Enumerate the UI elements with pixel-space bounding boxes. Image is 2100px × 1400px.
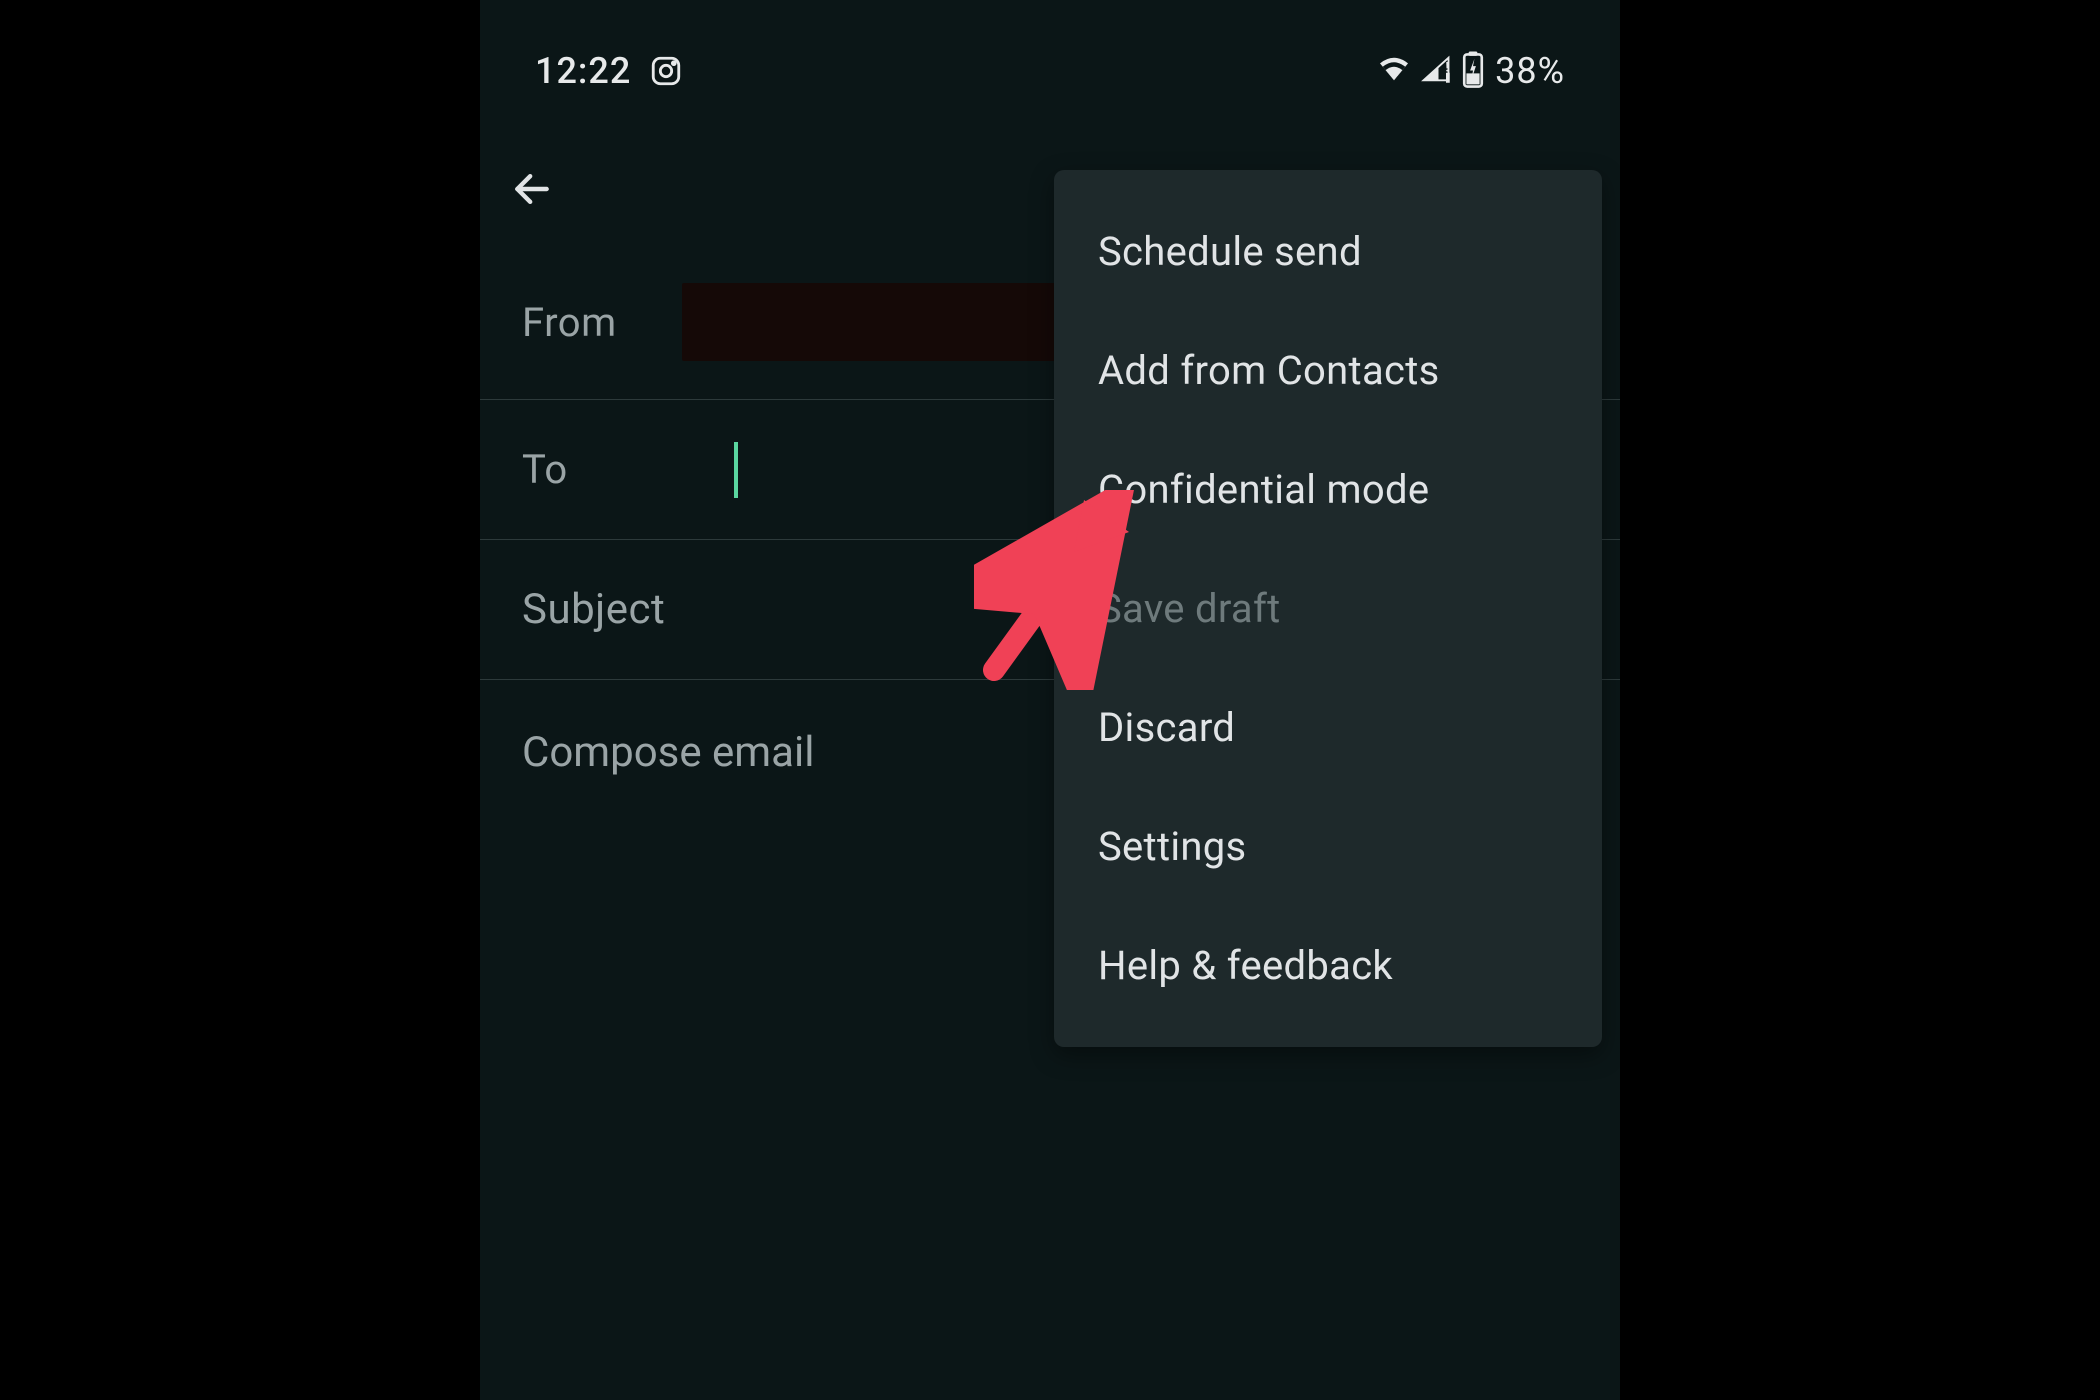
status-time: 12:22 xyxy=(535,50,631,92)
svg-text:!: ! xyxy=(1446,61,1449,76)
menu-item-settings[interactable]: Settings xyxy=(1054,787,1602,906)
menu-item-schedule-send[interactable]: Schedule send xyxy=(1054,192,1602,311)
wifi-icon xyxy=(1377,55,1411,87)
from-value-redacted xyxy=(682,283,1062,361)
to-input[interactable] xyxy=(734,442,738,498)
menu-item-confidential-mode[interactable]: Confidential mode xyxy=(1054,430,1602,549)
overflow-menu: Schedule send Add from Contacts Confiden… xyxy=(1054,170,1602,1047)
phone-screen: 12:22 xyxy=(480,0,1620,1400)
subject-label: Subject xyxy=(522,585,665,634)
status-right: ! 38% xyxy=(1377,50,1565,92)
to-label: To xyxy=(522,446,662,493)
menu-item-add-from-contacts[interactable]: Add from Contacts xyxy=(1054,311,1602,430)
battery-icon xyxy=(1461,50,1485,92)
text-cursor xyxy=(734,442,738,498)
menu-item-help-feedback[interactable]: Help & feedback xyxy=(1054,906,1602,1025)
menu-item-save-draft: Save draft xyxy=(1054,549,1602,668)
status-bar: 12:22 xyxy=(480,0,1620,122)
status-left: 12:22 xyxy=(535,50,683,92)
instagram-icon xyxy=(649,54,683,88)
battery-percentage: 38% xyxy=(1495,50,1565,92)
cellular-icon: ! xyxy=(1421,55,1451,87)
back-button[interactable] xyxy=(510,167,554,211)
from-label: From xyxy=(522,299,662,346)
menu-item-discard[interactable]: Discard xyxy=(1054,668,1602,787)
body-placeholder: Compose email xyxy=(522,728,814,777)
